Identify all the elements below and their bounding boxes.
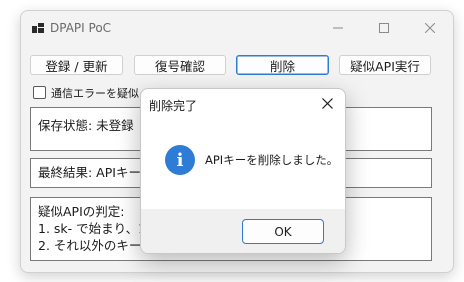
delete-complete-dialog: 削除完了 i APIキーを削除しました。 OK xyxy=(140,88,346,254)
register-update-button[interactable]: 登録 / 更新 xyxy=(30,55,123,75)
simulate-error-label: 通信エラーを疑似 xyxy=(51,87,139,100)
dialog-close-button[interactable] xyxy=(317,93,337,113)
minimize-icon xyxy=(333,27,343,29)
info-icon: i xyxy=(165,145,195,175)
delete-button[interactable]: 削除 xyxy=(236,55,329,75)
dialog-title: 削除完了 xyxy=(149,99,198,113)
dialog-message: APIキーを削除しました。 xyxy=(205,153,339,167)
minimize-button[interactable] xyxy=(315,11,361,45)
simulate-error-checkbox[interactable] xyxy=(33,86,46,99)
maximize-button[interactable] xyxy=(361,11,407,45)
maximize-icon xyxy=(379,23,389,33)
title-bar[interactable]: DPAPI PoC xyxy=(21,11,453,45)
app-icon xyxy=(32,23,44,33)
verify-decrypt-button[interactable]: 復号確認 xyxy=(134,55,226,75)
window-title: DPAPI PoC xyxy=(50,21,112,35)
close-button[interactable] xyxy=(407,11,453,45)
close-icon xyxy=(425,23,435,33)
pseudo-api-run-button[interactable]: 疑似API実行 xyxy=(339,55,431,75)
close-icon xyxy=(321,97,333,109)
dialog-footer: OK xyxy=(141,209,345,253)
ok-button[interactable]: OK xyxy=(242,219,324,244)
